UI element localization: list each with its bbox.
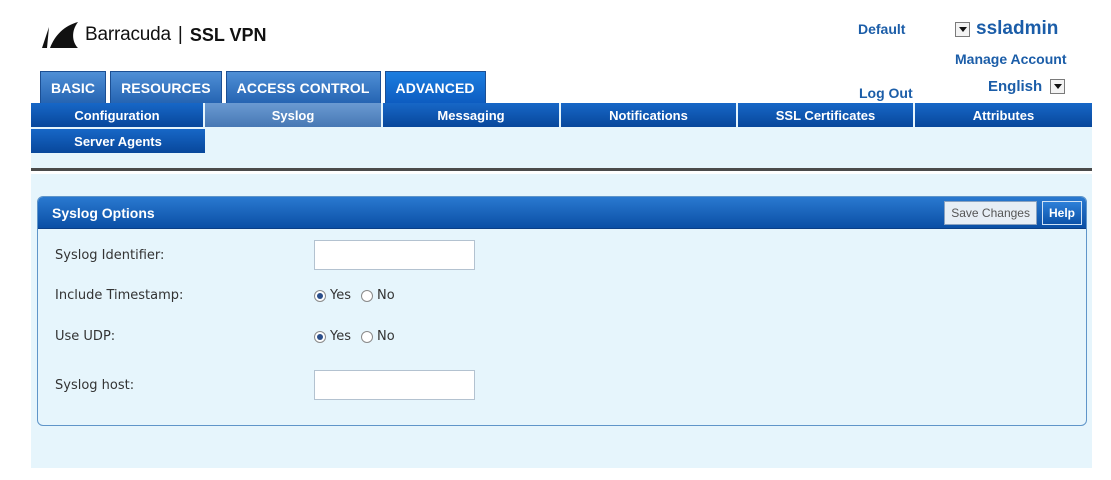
subtab-configuration[interactable]: Configuration bbox=[31, 103, 205, 127]
udp-no-option[interactable]: No bbox=[361, 329, 399, 344]
sub-navigation: Configuration Syslog Messaging Notificat… bbox=[31, 103, 1092, 171]
product-name: SSL VPN bbox=[189, 24, 267, 45]
subtab-notifications[interactable]: Notifications bbox=[561, 103, 738, 127]
save-changes-button[interactable]: Save Changes bbox=[944, 200, 1037, 225]
user-menu[interactable]: ssladmin bbox=[955, 18, 1058, 40]
udp-yes-label: Yes bbox=[330, 329, 351, 344]
main-tabs: BASIC RESOURCES ACCESS CONTROL ADVANCED bbox=[40, 71, 490, 103]
panel-header: Syslog Options Save Changes Help bbox=[38, 197, 1086, 229]
timestamp-no-radio[interactable] bbox=[361, 289, 373, 302]
brand-name: Barracuda bbox=[85, 24, 171, 45]
syslog-identifier-row: Syslog Identifier: bbox=[55, 240, 475, 270]
language-selector[interactable]: English bbox=[988, 78, 1066, 95]
panel-title: Syslog Options bbox=[52, 204, 155, 221]
subtab-server-agents[interactable]: Server Agents bbox=[31, 129, 205, 153]
logout-link[interactable]: Log Out bbox=[859, 85, 913, 101]
subtab-messaging[interactable]: Messaging bbox=[383, 103, 561, 127]
panel-actions: Save Changes Help bbox=[944, 200, 1082, 225]
chevron-down-icon bbox=[958, 26, 967, 32]
syslog-host-row: Syslog host: bbox=[55, 370, 475, 400]
include-timestamp-label: Include Timestamp: bbox=[55, 288, 184, 303]
syslog-identifier-label: Syslog Identifier: bbox=[55, 247, 165, 263]
use-udp-row: Use UDP: Yes No bbox=[55, 329, 405, 344]
udp-yes-option[interactable]: Yes bbox=[314, 329, 355, 344]
brand-separator: | bbox=[177, 24, 183, 45]
default-domain-link[interactable]: Default bbox=[858, 21, 905, 37]
use-udp-radio-group: Yes No bbox=[314, 329, 405, 344]
user-dropdown-button[interactable] bbox=[955, 21, 970, 37]
syslog-options-panel: Syslog Options Save Changes Help Syslog … bbox=[37, 196, 1087, 426]
subtab-syslog[interactable]: Syslog bbox=[205, 103, 383, 127]
timestamp-yes-radio[interactable] bbox=[314, 289, 326, 302]
syslog-host-label: Syslog host: bbox=[55, 377, 135, 393]
udp-no-radio[interactable] bbox=[361, 330, 373, 343]
udp-yes-radio[interactable] bbox=[314, 330, 326, 343]
udp-no-label: No bbox=[377, 329, 395, 344]
tab-resources[interactable]: RESOURCES bbox=[110, 71, 222, 103]
manage-account-link[interactable]: Manage Account bbox=[955, 51, 1067, 67]
include-timestamp-row: Include Timestamp: Yes No bbox=[55, 288, 405, 303]
chevron-down-icon bbox=[1053, 84, 1062, 89]
subtab-attributes[interactable]: Attributes bbox=[915, 103, 1092, 127]
tab-basic[interactable]: BASIC bbox=[40, 71, 107, 103]
language-dropdown-button[interactable] bbox=[1050, 79, 1066, 94]
timestamp-yes-label: Yes bbox=[330, 288, 351, 303]
timestamp-no-label: No bbox=[377, 288, 395, 303]
include-timestamp-radio-group: Yes No bbox=[314, 288, 405, 303]
syslog-host-input[interactable] bbox=[314, 370, 475, 400]
timestamp-yes-option[interactable]: Yes bbox=[314, 288, 355, 303]
use-udp-label: Use UDP: bbox=[55, 329, 116, 344]
timestamp-no-option[interactable]: No bbox=[361, 288, 399, 303]
tab-access-control[interactable]: ACCESS CONTROL bbox=[225, 71, 381, 103]
tab-advanced[interactable]: ADVANCED bbox=[384, 71, 486, 103]
sub-tab-row-2: Server Agents bbox=[31, 127, 1092, 153]
sub-tab-row: Configuration Syslog Messaging Notificat… bbox=[31, 103, 1092, 127]
brand-logo: Barracuda | SSL VPN bbox=[40, 21, 267, 49]
language-value[interactable]: English bbox=[988, 78, 1042, 95]
syslog-identifier-input[interactable] bbox=[314, 240, 475, 270]
help-button[interactable]: Help bbox=[1041, 200, 1082, 225]
barracuda-fin-icon bbox=[42, 22, 78, 48]
username[interactable]: ssladmin bbox=[976, 18, 1058, 40]
subtab-ssl-certificates[interactable]: SSL Certificates bbox=[738, 103, 915, 127]
